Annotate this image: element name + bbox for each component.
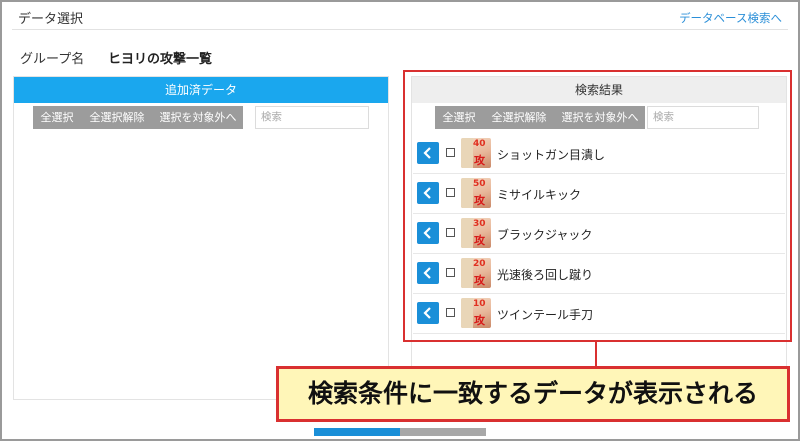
results-highlight-box — [403, 70, 792, 342]
added-data-toolbar: 全選択 全選択解除 選択を対象外へ 検索 — [33, 106, 369, 129]
header: データ選択 データベース検索へ — [12, 6, 788, 30]
left-exclude-selected-button[interactable]: 選択を対象外へ — [153, 106, 243, 129]
left-deselect-all-button[interactable]: 全選択解除 — [81, 106, 153, 129]
left-select-all-button[interactable]: 全選択 — [33, 106, 81, 129]
annotation-callout-text: 検索条件に一致するデータが表示される — [307, 379, 758, 408]
annotation-callout: 検索条件に一致するデータが表示される — [276, 366, 790, 422]
callout-connector — [595, 342, 597, 366]
database-search-link[interactable]: データベース検索へ — [679, 10, 782, 26]
left-search-input[interactable]: 検索 — [255, 106, 369, 129]
added-data-panel-title: 追加済データ — [14, 77, 388, 103]
group-name-label: グループ名 — [20, 52, 85, 67]
primary-action-button[interactable] — [314, 428, 400, 436]
secondary-action-button[interactable] — [400, 428, 486, 436]
page-title: データ選択 — [18, 12, 84, 27]
group-name-value: ヒヨリの攻撃一覧 — [108, 52, 213, 67]
